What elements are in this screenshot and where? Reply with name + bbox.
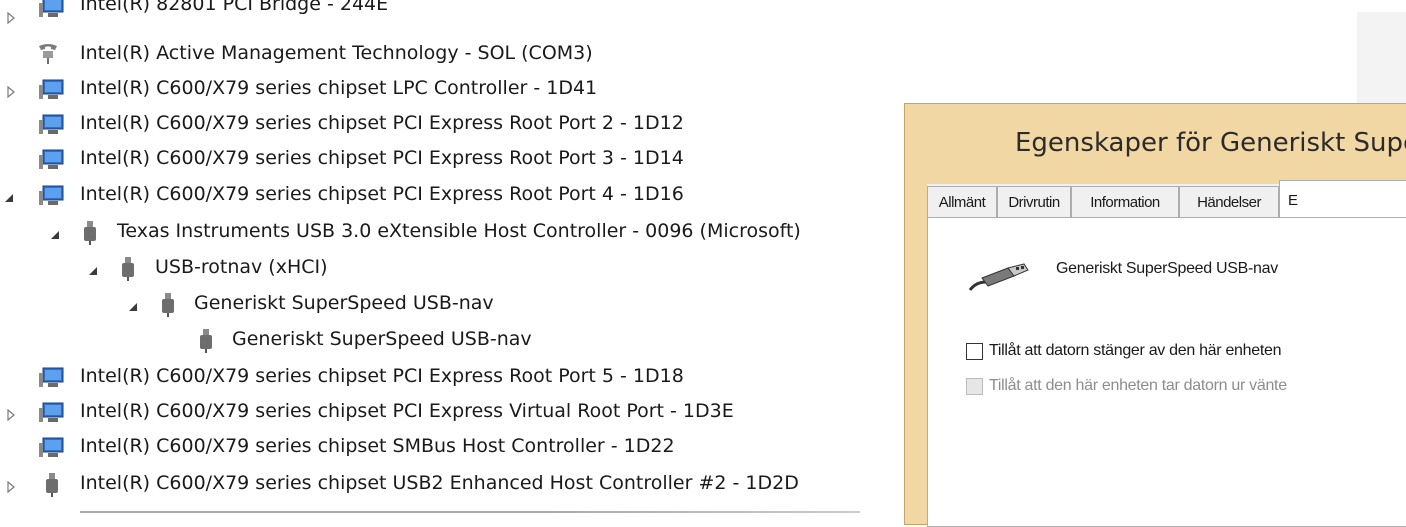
usb-plug-icon (44, 472, 60, 498)
tree-item-partial (80, 506, 860, 514)
tree-item[interactable]: Generiskt SuperSpeed USB-nav (0, 288, 900, 322)
expand-arrow-icon[interactable] (4, 480, 18, 494)
tree-item-label: USB-rotnav (xHCI) (155, 256, 328, 278)
tree-item[interactable]: Intel(R) 82801 PCI Bridge - 244E (0, 0, 900, 35)
monitor-icon (38, 402, 64, 424)
tab-details[interactable]: Information (1071, 186, 1179, 218)
wake-option: Tillåt att den här enheten tar datorn ur… (966, 377, 1287, 395)
power-off-label: Tillåt att datorn stänger av den här enh… (989, 342, 1282, 359)
tree-item[interactable]: Texas Instruments USB 3.0 eXtensible Hos… (0, 216, 900, 250)
tab-events[interactable]: Händelser (1179, 186, 1279, 218)
tree-item[interactable]: Intel(R) C600/X79 series chipset PCI Exp… (0, 143, 900, 177)
wake-checkbox (966, 377, 983, 395)
monitor-icon (38, 437, 64, 459)
wake-label: Tillåt att den här enheten tar datorn ur… (989, 377, 1287, 394)
tree-item[interactable]: Intel(R) C600/X79 series chipset LPC Con… (0, 73, 900, 107)
expand-arrow-icon[interactable] (4, 408, 18, 422)
tree-item[interactable]: Intel(R) C600/X79 series chipset PCI Exp… (0, 179, 900, 213)
tree-item-label: Generiskt SuperSpeed USB-nav (194, 292, 494, 314)
tab-driver[interactable]: Drivrutin (997, 186, 1071, 218)
tree-item-label: Intel(R) Active Management Technology - … (80, 42, 593, 64)
monitor-icon (38, 149, 64, 171)
tree-item-label: Intel(R) C600/X79 series chipset PCI Exp… (80, 400, 734, 422)
tree-item-label: Intel(R) C600/X79 series chipset USB2 En… (80, 472, 799, 494)
tab-panel: Generiskt SuperSpeed USB-nav Tillåt att … (927, 217, 1406, 527)
tree-item-label: Intel(R) C600/X79 series chipset PCI Exp… (80, 365, 684, 387)
device-tree: Intel(R) 82801 PCI Bridge - 244E Intel(R… (0, 0, 900, 514)
tab-strip: Allmänt Drivrutin Information Händelser … (927, 180, 1406, 220)
tree-item[interactable]: Intel(R) C600/X79 series chipset PCI Exp… (0, 108, 900, 142)
collapse-arrow-icon[interactable] (126, 300, 140, 314)
usb-plug-icon (82, 220, 98, 246)
collapse-arrow-icon[interactable] (48, 228, 62, 242)
monitor-icon (38, 114, 64, 136)
tree-item[interactable]: Intel(R) C600/X79 series chipset PCI Exp… (0, 361, 900, 395)
dialog-body: Allmänt Drivrutin Information Händelser … (927, 180, 1406, 527)
tree-item[interactable]: Intel(R) C600/X79 series chipset SMBus H… (0, 431, 900, 465)
usb-plug-icon (120, 256, 136, 282)
tree-item[interactable]: Intel(R) Active Management Technology - … (0, 38, 900, 72)
tree-item-label: Intel(R) C600/X79 series chipset PCI Exp… (80, 147, 684, 169)
expand-arrow-icon[interactable] (4, 85, 18, 99)
tree-item[interactable]: Intel(R) C600/X79 series chipset PCI Exp… (0, 396, 900, 430)
tree-item-label: Texas Instruments USB 3.0 eXtensible Hos… (117, 220, 801, 242)
collapse-arrow-icon[interactable] (2, 191, 16, 205)
monitor-icon (38, 79, 64, 101)
properties-dialog: Egenskaper för Generiskt Supe Allmänt Dr… (904, 103, 1406, 527)
tree-item-label: Generiskt SuperSpeed USB-nav (232, 328, 532, 350)
dialog-title: Egenskaper för Generiskt Supe (1015, 128, 1406, 158)
expand-arrow-icon[interactable] (4, 11, 18, 25)
tree-item-label: Intel(R) C600/X79 series chipset PCI Exp… (80, 112, 684, 134)
power-off-option[interactable]: Tillåt att datorn stänger av den här enh… (966, 342, 1281, 360)
tree-item-label: Intel(R) 82801 PCI Bridge - 244E (80, 0, 389, 15)
tree-item[interactable]: USB-rotnav (xHCI) (0, 252, 900, 286)
tree-item-label: Intel(R) C600/X79 series chipset PCI Exp… (80, 183, 684, 205)
monitor-icon (38, 0, 64, 19)
tree-item[interactable]: Generiskt SuperSpeed USB-nav (0, 324, 900, 358)
usb-plug-icon (198, 328, 214, 354)
tab-power-management[interactable]: E (1279, 180, 1406, 220)
tree-item-label: Intel(R) C600/X79 series chipset SMBus H… (80, 435, 675, 457)
device-name: Generiskt SuperSpeed USB-nav (1056, 260, 1278, 277)
monitor-icon (38, 367, 64, 389)
monitor-icon (38, 185, 64, 207)
usb-cable-icon (968, 260, 1030, 300)
collapse-arrow-icon[interactable] (86, 264, 100, 278)
tab-general[interactable]: Allmänt (927, 186, 997, 218)
telephone-icon (36, 42, 60, 66)
tree-item-label: Intel(R) C600/X79 series chipset LPC Con… (80, 77, 598, 99)
power-off-checkbox[interactable] (966, 342, 983, 360)
tree-item[interactable]: Intel(R) C600/X79 series chipset USB2 En… (0, 468, 900, 502)
usb-plug-icon (160, 292, 176, 318)
